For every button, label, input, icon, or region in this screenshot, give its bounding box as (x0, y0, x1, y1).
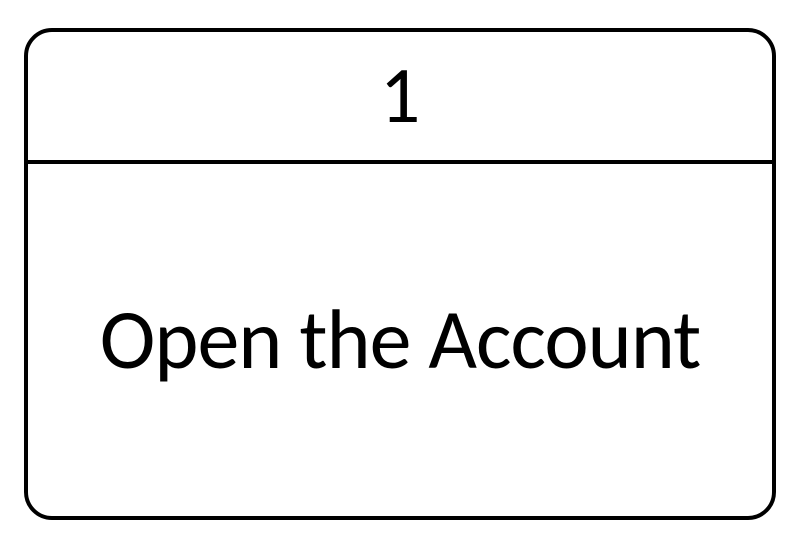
step-body: Open the Account (28, 164, 772, 516)
step-number: 1 (380, 56, 421, 136)
step-title: Open the Account (100, 294, 701, 386)
step-card: 1 Open the Account (24, 28, 776, 520)
step-header: 1 (28, 32, 772, 164)
